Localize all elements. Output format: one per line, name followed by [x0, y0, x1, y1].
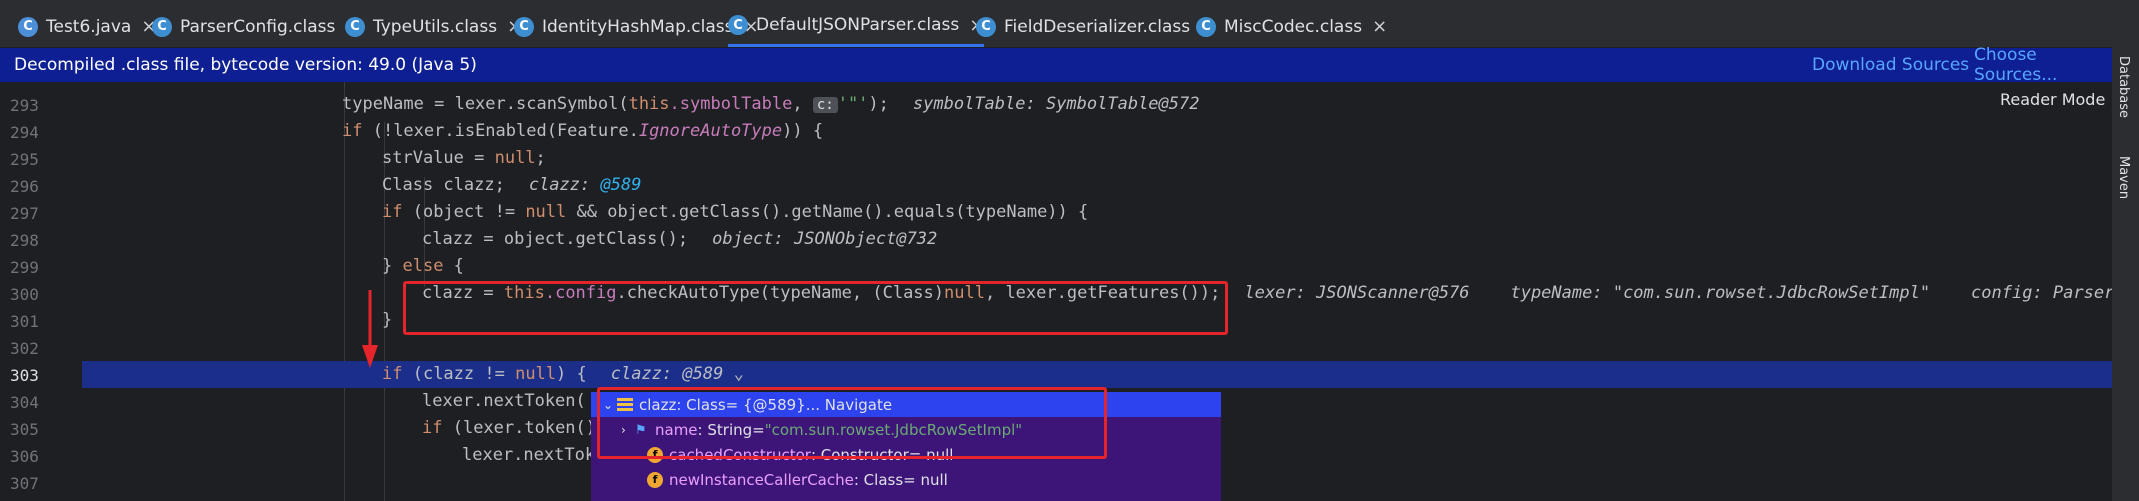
download-sources-link[interactable]: Download Sources	[1812, 55, 1969, 75]
line-number: 294	[10, 123, 39, 142]
annotation-arrow-icon	[362, 290, 378, 368]
tab-label: IdentityHashMap.class	[542, 16, 734, 37]
line-number: 297	[10, 204, 39, 223]
choose-sources-link[interactable]: Choose Sources...	[1974, 45, 2112, 85]
tab-label: FieldDeserializer.class	[1004, 16, 1191, 37]
reader-mode-button[interactable]: Reader Mode	[2000, 90, 2105, 109]
line-number: 305	[10, 420, 39, 439]
annotation-box-checkautotype	[403, 281, 1228, 335]
code-line: if (!lexer.isEnabled(Feature.IgnoreAutoT…	[342, 121, 824, 141]
editor-tab-bar: C Test6.java × C ParserConfig.class × C …	[0, 6, 2139, 48]
tab-test6-java[interactable]: C Test6.java ×	[18, 6, 156, 47]
line-number: 295	[10, 150, 39, 169]
line-number: 304	[10, 393, 39, 412]
tab-label: TypeUtils.class	[373, 16, 498, 37]
tab-label: Test6.java	[46, 16, 132, 37]
maven-tool-tab[interactable]: Maven	[2116, 156, 2131, 199]
current-execution-line: if (clazz != null) {clazz: @589 ⌄	[82, 361, 2112, 388]
inline-debug-hint: clazz: @589	[610, 364, 724, 384]
inline-debug-hint: symbolTable: SymbolTable@572	[912, 94, 1200, 114]
line-number: 302	[10, 339, 39, 358]
right-tool-strip: Database Maven	[2112, 6, 2139, 501]
tab-label: MiscCodec.class	[1224, 16, 1363, 37]
popup-row-newinstancecallercache[interactable]: f newInstanceCallerCache : Class = null	[591, 467, 1277, 492]
tab-identityhashmap-class[interactable]: C IdentityHashMap.class ×	[514, 6, 759, 47]
tab-fielddeserializer-class[interactable]: C FieldDeserializer.class ×	[976, 6, 1215, 47]
tab-label: ParserConfig.class	[180, 16, 336, 37]
code-line: Class clazz; clazz: @589	[382, 175, 642, 195]
code-line: strValue = null;	[382, 148, 546, 168]
decompiled-banner: Decompiled .class file, bytecode version…	[0, 45, 2112, 85]
inline-debug-hint: clazz:	[528, 175, 601, 195]
line-number: 296	[10, 177, 39, 196]
inline-debug-hint: lexer: JSONScanner@576 typeName: "com.su…	[1244, 283, 2112, 303]
class-file-icon: C	[514, 16, 534, 37]
line-number-gutter: 293 294 295 296 297 298 299 300 301 302 …	[0, 82, 102, 501]
line-number: 298	[10, 231, 39, 250]
code-line: } else {	[382, 256, 464, 276]
line-number: 306	[10, 447, 39, 466]
tab-parserconfig-class[interactable]: C ParserConfig.class ×	[152, 6, 360, 47]
banner-message: Decompiled .class file, bytecode version…	[14, 55, 477, 75]
line-number: 303	[10, 366, 39, 385]
line-number: 300	[10, 285, 39, 304]
database-tool-tab[interactable]: Database	[2116, 56, 2131, 118]
class-file-icon: C	[1196, 16, 1216, 37]
tab-label: DefaultJSONParser.class	[756, 15, 960, 35]
tab-typeutils-class[interactable]: C TypeUtils.class ×	[345, 6, 522, 47]
code-line: if (object != null && object.getClass().…	[382, 202, 1089, 222]
tab-misccodec-class[interactable]: C MiscCodec.class ×	[1196, 6, 1387, 47]
inline-debug-hint: object: JSONObject@732	[712, 229, 938, 249]
class-file-icon: C	[728, 15, 748, 35]
line-number: 293	[10, 96, 39, 115]
annotation-box-popup	[597, 387, 1107, 459]
tab-defaultjsonparser-class[interactable]: C DefaultJSONParser.class ×	[728, 6, 985, 47]
class-file-icon: C	[152, 16, 172, 37]
field-icon: f	[647, 471, 663, 488]
close-icon[interactable]: ×	[1372, 16, 1387, 37]
code-line: clazz = object.getClass(); object: JSONOb…	[422, 229, 938, 249]
code-line: typeName = lexer.scanSymbol(this.symbolT…	[342, 94, 1200, 114]
line-number: 299	[10, 258, 39, 277]
class-file-icon: C	[976, 16, 996, 37]
class-file-icon: C	[345, 16, 365, 37]
line-number: 301	[10, 312, 39, 331]
line-number: 307	[10, 474, 39, 493]
chevron-down-icon[interactable]: ⌄	[723, 364, 744, 384]
java-class-icon: C	[18, 16, 38, 37]
